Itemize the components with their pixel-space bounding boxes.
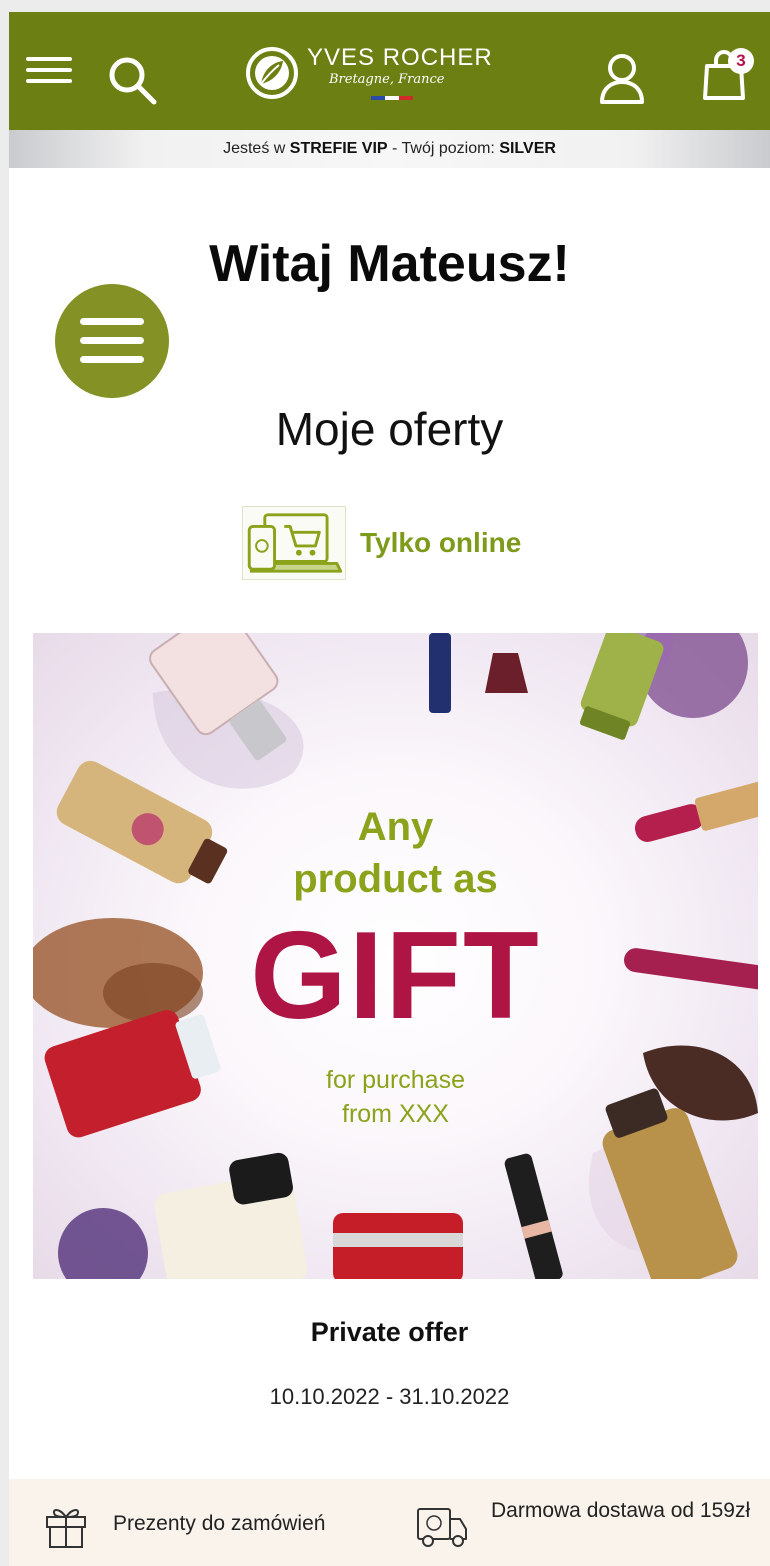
gift-icon bbox=[46, 1509, 86, 1548]
leaf-logo-icon bbox=[246, 47, 298, 99]
gifts-benefit-text: Prezenty do zamówień bbox=[113, 1512, 326, 1535]
offer-name: Private offer bbox=[310, 1317, 469, 1347]
banner-sub-2: from XXX bbox=[342, 1100, 449, 1128]
brand-name: YVES ROCHER bbox=[307, 44, 493, 71]
brand-logo[interactable]: YVES ROCHER Bretagne, France bbox=[245, 42, 495, 104]
floating-menu-button[interactable] bbox=[55, 284, 169, 398]
online-only-tag: Tylko online bbox=[242, 505, 521, 581]
search-icon[interactable] bbox=[106, 54, 158, 106]
banner-headline: GIFT bbox=[250, 907, 541, 1045]
banner-line-2: product as bbox=[293, 857, 498, 901]
vip-level: SILVER bbox=[499, 140, 556, 157]
french-flag-stripe bbox=[371, 96, 413, 100]
page: YVES ROCHER Bretagne, France 3 Jesteś w … bbox=[9, 12, 770, 1566]
vip-status-bar[interactable]: Jesteś w STREFIE VIP - Twój poziom: SILV… bbox=[9, 130, 770, 168]
vip-prefix: Jesteś w bbox=[223, 140, 290, 157]
banner-sub-1: for purchase bbox=[326, 1066, 465, 1094]
gift-offer-banner[interactable]: Any product as GIFT for purchase from XX… bbox=[33, 633, 758, 1279]
menu-icon[interactable] bbox=[26, 57, 72, 83]
benefits-strip: Prezenty do zamówień Darmowa dostawa od … bbox=[9, 1479, 770, 1566]
user-icon[interactable] bbox=[598, 52, 646, 104]
delivery-truck-icon bbox=[417, 1508, 467, 1547]
online-shop-icon bbox=[242, 506, 346, 580]
offer-dates: 10.10.2022 - 31.10.2022 bbox=[269, 1384, 510, 1409]
delivery-benefit-text: Darmowa dostawa od 159zł bbox=[491, 1499, 751, 1522]
vip-middle: - Twój poziom: bbox=[387, 140, 500, 157]
banner-line-1: Any bbox=[357, 805, 434, 849]
cart-count-badge: 3 bbox=[728, 48, 754, 74]
offers-title: Moje oferty bbox=[275, 403, 504, 455]
vip-zone: STREFIE VIP bbox=[289, 140, 388, 157]
online-only-label: Tylko online bbox=[360, 527, 522, 558]
top-header: YVES ROCHER Bretagne, France 3 bbox=[9, 12, 770, 130]
brand-tagline: Bretagne, France bbox=[329, 72, 445, 87]
